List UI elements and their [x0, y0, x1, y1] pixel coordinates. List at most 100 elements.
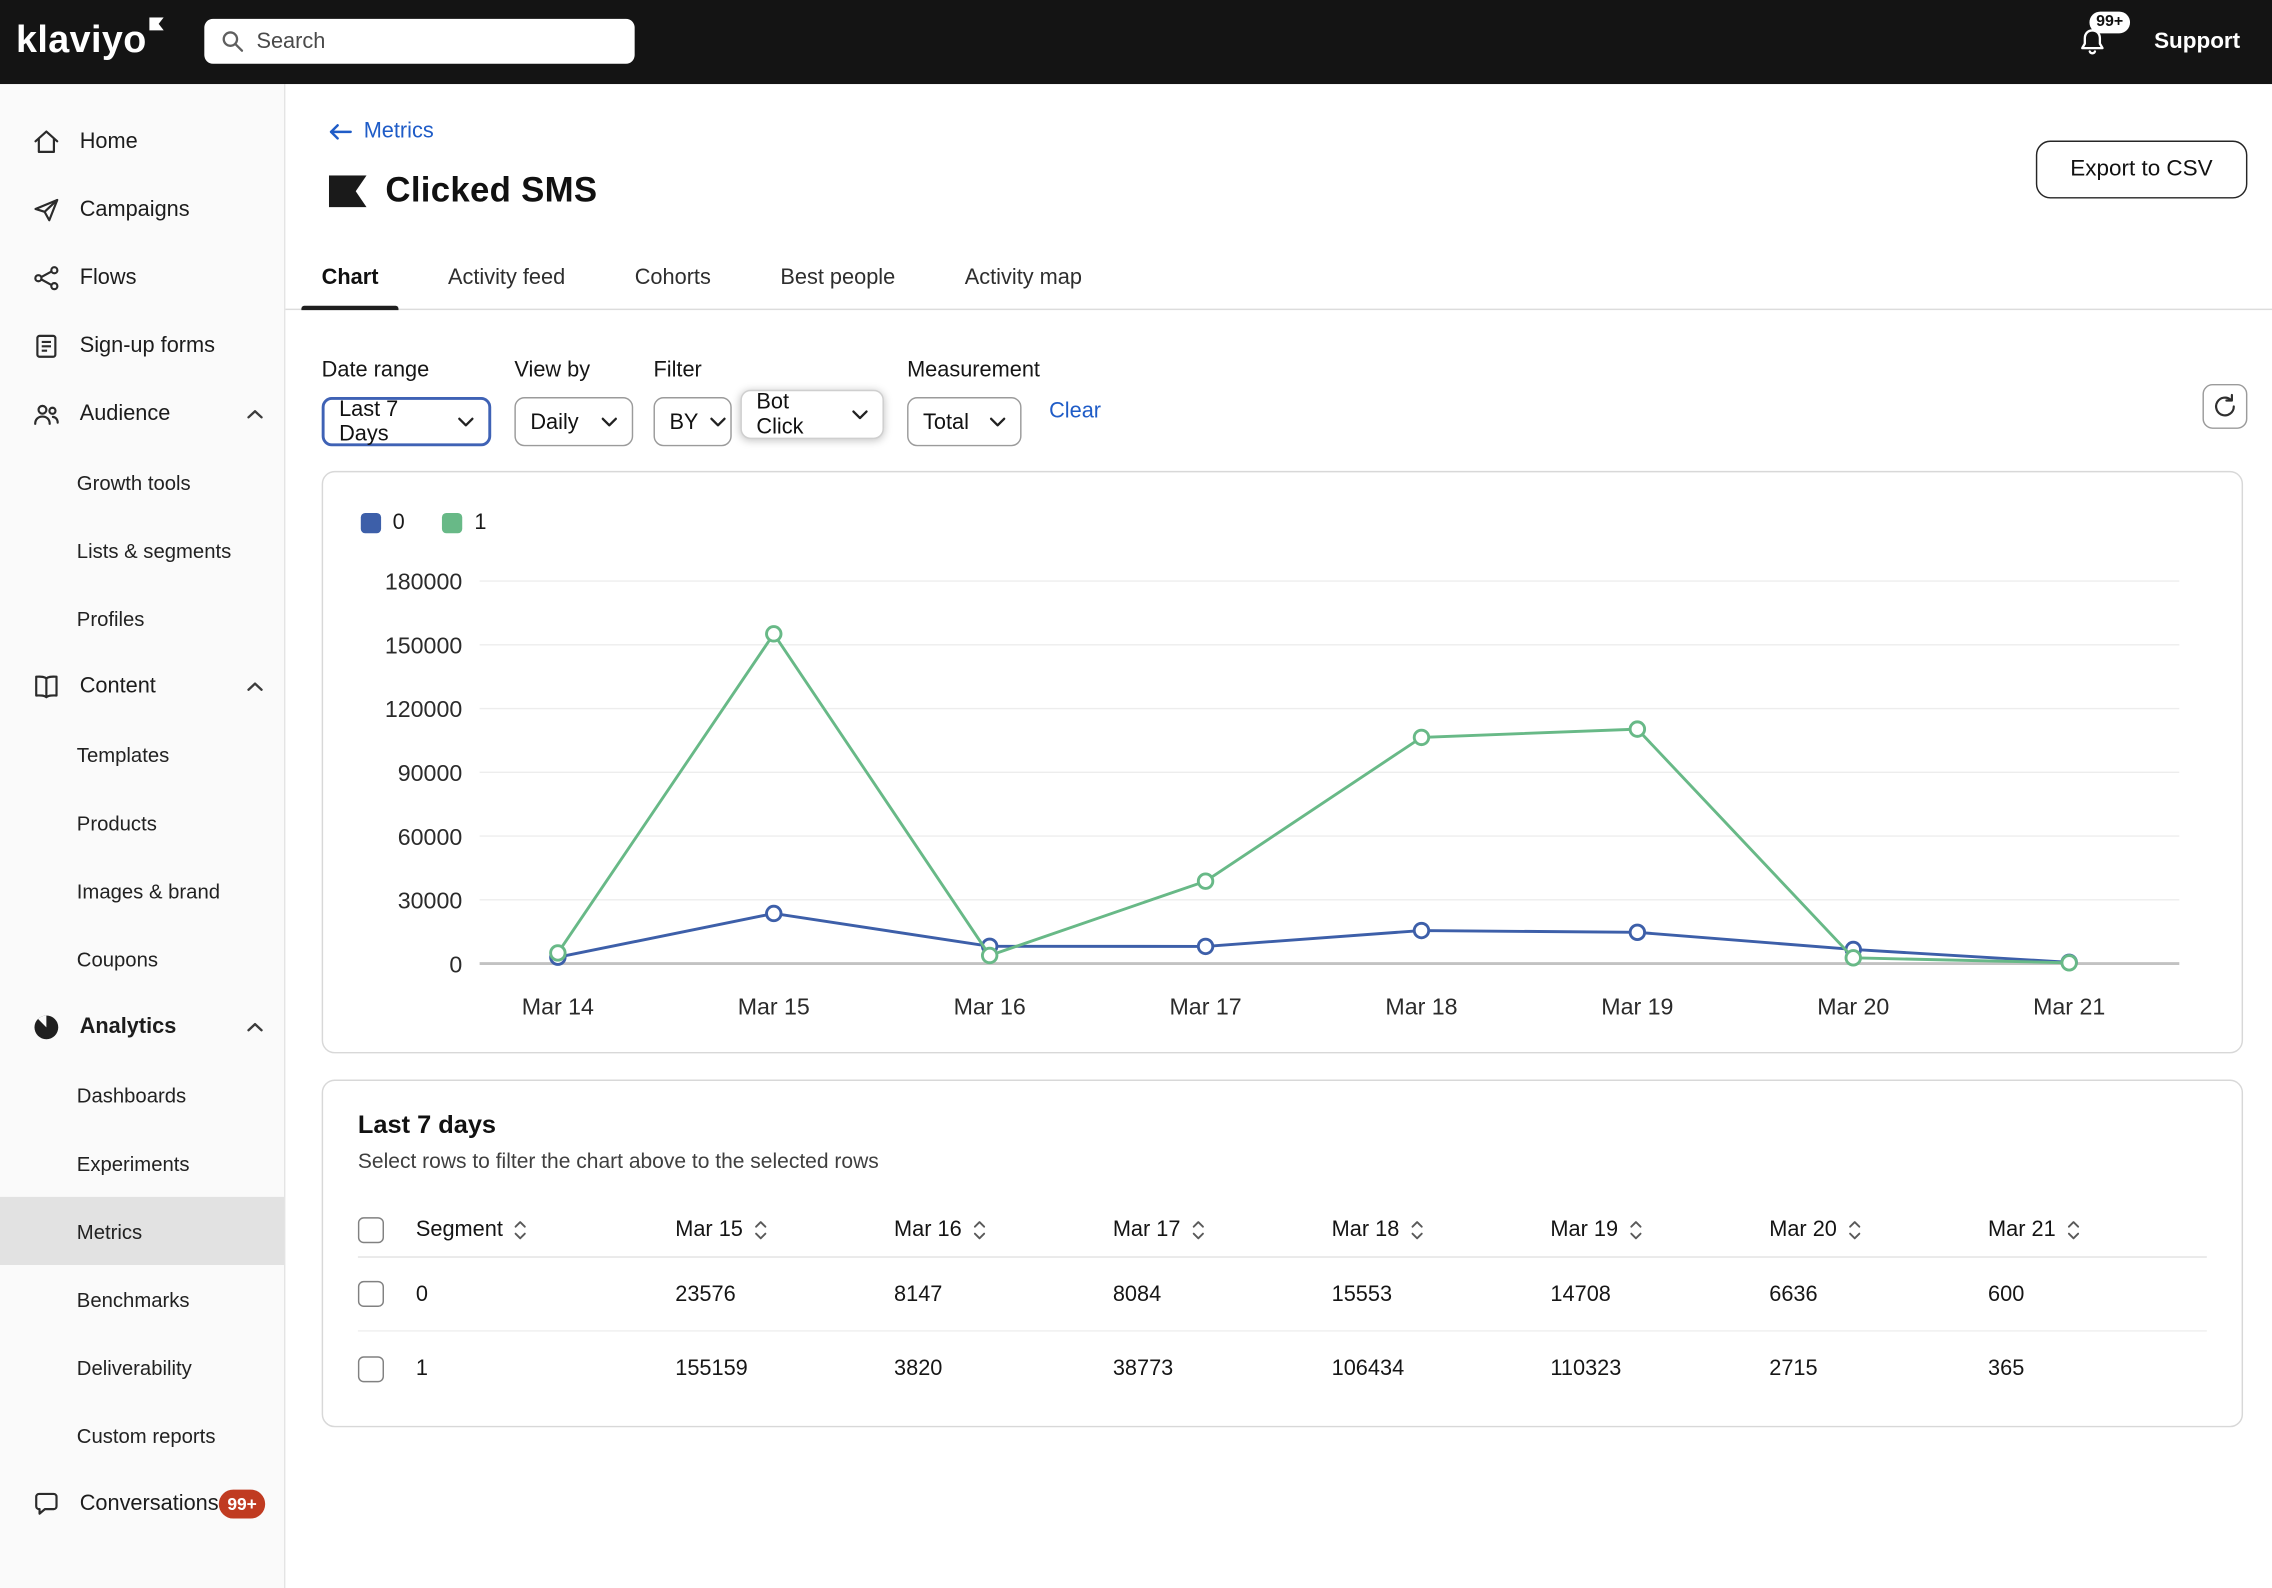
value-cell: 2715: [1769, 1356, 1818, 1381]
column-header-mar-21[interactable]: Mar 21: [1988, 1217, 2207, 1242]
klaviyo-logo[interactable]: klaviyo: [16, 17, 165, 62]
sort-icon[interactable]: [1409, 1219, 1423, 1239]
column-header-mar-17[interactable]: Mar 17: [1113, 1217, 1332, 1242]
date-range-label: Date range: [321, 357, 430, 383]
tab-activity-map[interactable]: Activity map: [944, 246, 1102, 308]
column-header-segment[interactable]: Segment: [416, 1217, 675, 1242]
sidebar-item-custom-reports[interactable]: Custom reports: [0, 1401, 284, 1469]
sort-icon[interactable]: [1847, 1219, 1861, 1239]
row-checkbox[interactable]: [357, 1280, 384, 1307]
sort-icon[interactable]: [513, 1219, 527, 1239]
measurement-select[interactable]: Total: [907, 397, 1022, 447]
export-csv-button[interactable]: Export to CSV: [2035, 140, 2248, 199]
sidebar-item-audience[interactable]: Audience: [0, 380, 284, 448]
tab-activity-feed[interactable]: Activity feed: [428, 246, 586, 308]
column-label: Mar 15: [675, 1217, 743, 1242]
y-axis-tick-label: 30000: [398, 888, 462, 914]
support-link[interactable]: Support: [2154, 29, 2240, 55]
view-by-select[interactable]: Daily: [514, 397, 634, 447]
select-all-checkbox[interactable]: [357, 1216, 384, 1243]
search-input[interactable]: [256, 28, 619, 54]
sidebar-item-profiles[interactable]: Profiles: [0, 584, 284, 652]
sidebar-item-benchmarks[interactable]: Benchmarks: [0, 1265, 284, 1333]
sort-icon[interactable]: [972, 1219, 986, 1239]
datapoint-0-mar-19[interactable]: [1628, 923, 1647, 942]
column-header-mar-18[interactable]: Mar 18: [1332, 1217, 1551, 1242]
datapoint-1-mar-14[interactable]: [549, 944, 567, 962]
sidebar-item-lists-segments[interactable]: Lists & segments: [0, 516, 284, 584]
date-range-value: Last 7 Days: [339, 397, 399, 447]
filter-by-select[interactable]: BY: [653, 397, 732, 447]
global-search[interactable]: [204, 18, 635, 64]
sidebar-item-experiments[interactable]: Experiments: [0, 1129, 284, 1197]
content-icon: [32, 672, 61, 701]
chevron-up-icon: [246, 680, 263, 692]
datapoint-1-mar-19[interactable]: [1628, 720, 1647, 738]
sidebar-item-content[interactable]: Content: [0, 652, 284, 720]
sort-icon[interactable]: [2066, 1219, 2080, 1239]
topbar-right: 99+ Support: [2076, 0, 2240, 84]
back-arrow-icon: [329, 122, 352, 139]
datapoint-1-mar-16[interactable]: [980, 946, 999, 965]
sort-icon[interactable]: [1628, 1219, 1642, 1239]
column-header-mar-16[interactable]: Mar 16: [894, 1217, 1113, 1242]
column-label: Mar 18: [1331, 1217, 1400, 1242]
row-checkbox-cell: [357, 1280, 416, 1307]
table-row-segment-0[interactable]: 0 23576 8147 8084 15553 14708 6636 600: [357, 1258, 2207, 1332]
measurement-value: Total: [923, 409, 969, 434]
sidebar-item-coupons[interactable]: Coupons: [0, 924, 284, 992]
view-by-label: View by: [514, 357, 591, 383]
notifications-button[interactable]: 99+: [2076, 11, 2131, 58]
sidebar-item-templates[interactable]: Templates: [0, 720, 284, 788]
clear-filters-link[interactable]: Clear: [1049, 398, 1101, 423]
refresh-button[interactable]: [2202, 383, 2248, 429]
bot-click-select[interactable]: Bot Click: [740, 389, 884, 440]
title-row: Clicked SMS: [328, 171, 597, 212]
sidebar-item-products[interactable]: Products: [0, 788, 284, 856]
date-range-select[interactable]: Last 7 Days: [321, 397, 492, 447]
tab-best-people[interactable]: Best people: [760, 246, 915, 308]
sidebar-item-flows[interactable]: Flows: [0, 243, 284, 311]
topbar: klaviyo 99+ Support: [0, 0, 2272, 85]
back-to-metrics-link[interactable]: Metrics: [329, 119, 434, 143]
sidebar-item-label: Experiments: [76, 1151, 190, 1175]
sidebar-item-home[interactable]: Home: [0, 107, 284, 175]
sort-icon[interactable]: [753, 1219, 767, 1239]
tab-cohorts[interactable]: Cohorts: [614, 246, 731, 308]
value-cell: 23576: [675, 1281, 736, 1307]
datapoint-1-mar-21[interactable]: [2060, 954, 2078, 972]
datapoint-0-mar-15[interactable]: [765, 904, 783, 923]
column-header-mar-20[interactable]: Mar 20: [1769, 1217, 1988, 1242]
sidebar-item-label: Lists & segments: [76, 538, 232, 562]
table-header-row: Segment Mar 15 Mar 16 Mar 17 Mar 18 Mar 19 Mar…: [357, 1203, 2207, 1258]
filter-by-value: BY: [669, 409, 699, 434]
legend-item-0: 0: [360, 510, 405, 535]
datapoint-0-mar-17[interactable]: [1196, 937, 1215, 956]
column-header-mar-15[interactable]: Mar 15: [675, 1217, 894, 1242]
sidebar-item-campaigns[interactable]: Campaigns: [0, 175, 284, 243]
value-cell: 110323: [1550, 1356, 1622, 1381]
datapoint-0-mar-18[interactable]: [1412, 921, 1431, 940]
sidebar-item-label: Templates: [76, 742, 170, 766]
sidebar-item-metrics[interactable]: Metrics: [0, 1196, 285, 1265]
sidebar-item-conversations[interactable]: Conversations 99+: [0, 1469, 284, 1537]
sidebar-item-dashboards[interactable]: Dashboards: [0, 1061, 284, 1129]
datapoint-1-mar-15[interactable]: [765, 625, 783, 643]
column-header-mar-19[interactable]: Mar 19: [1550, 1217, 1769, 1242]
datapoint-1-mar-20[interactable]: [1844, 949, 1862, 967]
chevron-up-icon: [246, 1021, 263, 1033]
row-checkbox[interactable]: [357, 1355, 384, 1382]
table-row-segment-1[interactable]: 1 155159 3820 38773 106434 110323 2715 365: [357, 1332, 2207, 1406]
sidebar-item-images-brand[interactable]: Images & brand: [0, 856, 284, 924]
tab-chart[interactable]: Chart: [301, 246, 399, 311]
sidebar-item-sign-up-forms[interactable]: Sign-up forms: [0, 312, 284, 380]
value-cell: 3820: [894, 1356, 943, 1381]
sidebar-item-analytics[interactable]: Analytics: [0, 993, 284, 1061]
table-card: Last 7 days Select rows to filter the ch…: [321, 1079, 2244, 1428]
datapoint-1-mar-17[interactable]: [1196, 872, 1215, 890]
datapoint-1-mar-18[interactable]: [1412, 728, 1431, 747]
klaviyo-flag-icon: [149, 17, 165, 62]
sidebar-item-growth-tools[interactable]: Growth tools: [0, 448, 284, 516]
sort-icon[interactable]: [1191, 1219, 1205, 1239]
sidebar-item-deliverability[interactable]: Deliverability: [0, 1333, 284, 1401]
